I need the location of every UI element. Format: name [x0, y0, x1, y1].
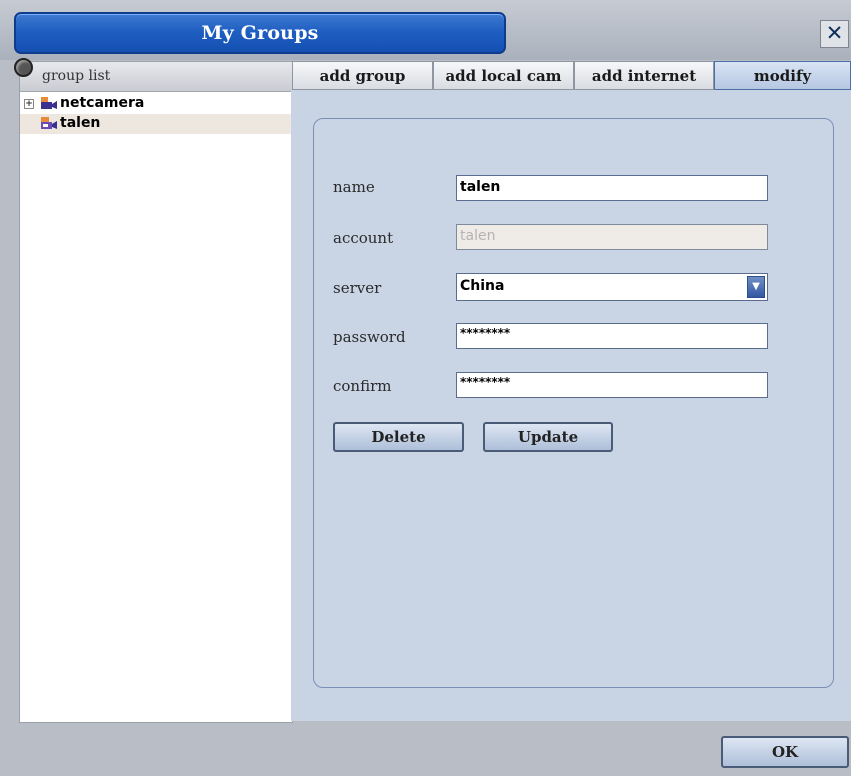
tree-item-label: talen: [60, 115, 101, 131]
group-list-label: group list: [42, 68, 111, 84]
tab-add-local-cam[interactable]: add local cam: [433, 61, 574, 90]
form-panel: [313, 118, 834, 688]
tree-item-netcamera[interactable]: + netcamera: [20, 94, 292, 114]
name-field[interactable]: talen: [456, 175, 768, 201]
confirm-password-field[interactable]: ********: [456, 372, 768, 398]
account-field: talen: [456, 224, 768, 250]
tab-add-internet-cam[interactable]: add internet cam: [574, 61, 714, 113]
account-label: account: [333, 229, 394, 247]
server-label: server: [333, 279, 382, 297]
close-icon: ✕: [825, 21, 844, 45]
ok-button[interactable]: OK: [721, 736, 849, 768]
server-select[interactable]: China ▼: [456, 273, 768, 301]
confirm-label: confirm: [333, 377, 392, 395]
update-button[interactable]: Update: [483, 422, 613, 452]
tree-item-talen[interactable]: talen: [20, 114, 292, 134]
my-groups-window: My Groups ✕ group list + netcamera talen…: [0, 0, 851, 776]
radio-dot-icon: [14, 58, 33, 77]
tab-add-group[interactable]: add group: [292, 61, 433, 90]
camera-user-icon: [41, 117, 57, 129]
title-bar: My Groups ✕: [0, 0, 851, 60]
tab-modify-attribute[interactable]: modify attribute: [714, 61, 851, 113]
group-list-pane: group list + netcamera talen: [14, 58, 293, 723]
tree-item-label: netcamera: [60, 95, 145, 111]
expand-icon[interactable]: +: [24, 99, 34, 109]
password-label: password: [333, 328, 406, 346]
password-field[interactable]: ********: [456, 323, 768, 349]
close-button[interactable]: ✕: [820, 20, 849, 48]
name-label: name: [333, 178, 375, 196]
server-value: China: [460, 278, 505, 294]
chevron-down-icon[interactable]: ▼: [747, 276, 765, 298]
window-title: My Groups: [14, 12, 506, 54]
camera-group-icon: [41, 97, 57, 109]
group-list-header: group list: [14, 58, 292, 92]
delete-button[interactable]: Delete: [333, 422, 464, 452]
